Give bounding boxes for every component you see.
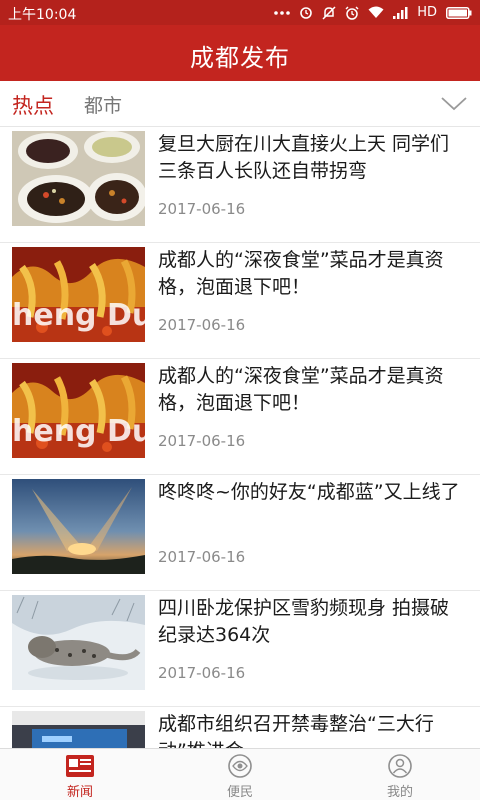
news-title: 复旦大厨在川大直接火上天 同学们三条百人长队还自带拐弯 (158, 133, 450, 182)
nav-item-news[interactable]: 新闻 (0, 749, 160, 800)
news-title: 成都市组织召开禁毒整治“三大行动”推进会 (158, 713, 434, 748)
network-type: HD (417, 5, 437, 20)
nav-label-service: 便民 (226, 785, 253, 800)
bottom-nav: 新闻 便民 我的 (0, 748, 480, 800)
news-item[interactable]: heng Du 成都人的“深夜食堂”菜品才是真资格，泡面退下吧！ 2017-06… (0, 359, 480, 475)
nav-label-profile: 我的 (386, 785, 413, 800)
news-title: 四川卧龙保护区雪豹频现身 拍摄破纪录达364次 (158, 597, 450, 646)
news-thumbnail-sunset-sky (12, 479, 145, 574)
battery-icon (446, 6, 472, 19)
news-list: 复旦大厨在川大直接火上天 同学们三条百人长队还自带拐弯 2017-06-16 h… (0, 127, 480, 748)
news-date: 2017-06-16 (158, 316, 246, 334)
news-item[interactable]: 咚咚咚~你的好友“成都蓝”又上线了 2017-06-16 (0, 475, 480, 591)
news-thumbnail-food-dishes (12, 131, 145, 226)
svg-text:heng Du: heng Du (12, 298, 145, 333)
news-title: 成都人的“深夜食堂”菜品才是真资格，泡面退下吧！ (158, 249, 444, 298)
news-title: 成都人的“深夜食堂”菜品才是真资格，泡面退下吧！ (158, 365, 444, 414)
status-icons: HD (274, 3, 472, 22)
status-time: 上午10:04 (8, 7, 77, 23)
app-header: 成都发布 (0, 25, 480, 81)
expand-tabs-chevron-icon[interactable] (440, 95, 468, 113)
status-bar: 上午10:04 HD (0, 0, 480, 25)
more-dots-icon (274, 10, 291, 16)
sync-icon (299, 6, 313, 20)
news-item[interactable]: 成都市组织召开禁毒整治“三大行动”推进会 (0, 707, 480, 748)
news-date: 2017-06-16 (158, 432, 246, 450)
news-date: 2017-06-16 (158, 664, 246, 682)
tab-hot[interactable]: 热点 (12, 90, 54, 120)
signal-icon (393, 6, 408, 19)
news-date: 2017-06-16 (158, 548, 246, 566)
news-thumbnail-skewers: heng Du (12, 247, 145, 342)
nav-label-news: 新闻 (66, 785, 93, 800)
svg-text:heng Du: heng Du (12, 414, 145, 449)
nav-item-profile[interactable]: 我的 (320, 749, 480, 800)
news-thumbnail-meeting-hall (12, 711, 145, 748)
news-item[interactable]: heng Du 成都人的“深夜食堂”菜品才是真资格，泡面退下吧！ 2017-06… (0, 243, 480, 359)
news-thumbnail-skewers: heng Du (12, 363, 145, 458)
tab-city[interactable]: 都市 (84, 91, 122, 118)
news-item[interactable]: 复旦大厨在川大直接火上天 同学们三条百人长队还自带拐弯 2017-06-16 (0, 127, 480, 243)
category-tab-bar: 热点 都市 (0, 81, 480, 127)
wifi-icon (368, 6, 384, 19)
page-title: 成都发布 (190, 44, 290, 72)
news-date: 2017-06-16 (158, 200, 246, 218)
alarm-icon (345, 6, 359, 20)
mute-bell-icon (322, 5, 336, 20)
profile-icon (385, 753, 415, 779)
news-thumbnail-snow-leopard (12, 595, 145, 690)
nav-item-service[interactable]: 便民 (160, 749, 320, 800)
newspaper-icon (65, 753, 95, 779)
news-title: 咚咚咚~你的好友“成都蓝”又上线了 (158, 481, 460, 503)
news-item[interactable]: 四川卧龙保护区雪豹频现身 拍摄破纪录达364次 2017-06-16 (0, 591, 480, 707)
service-icon (225, 753, 255, 779)
